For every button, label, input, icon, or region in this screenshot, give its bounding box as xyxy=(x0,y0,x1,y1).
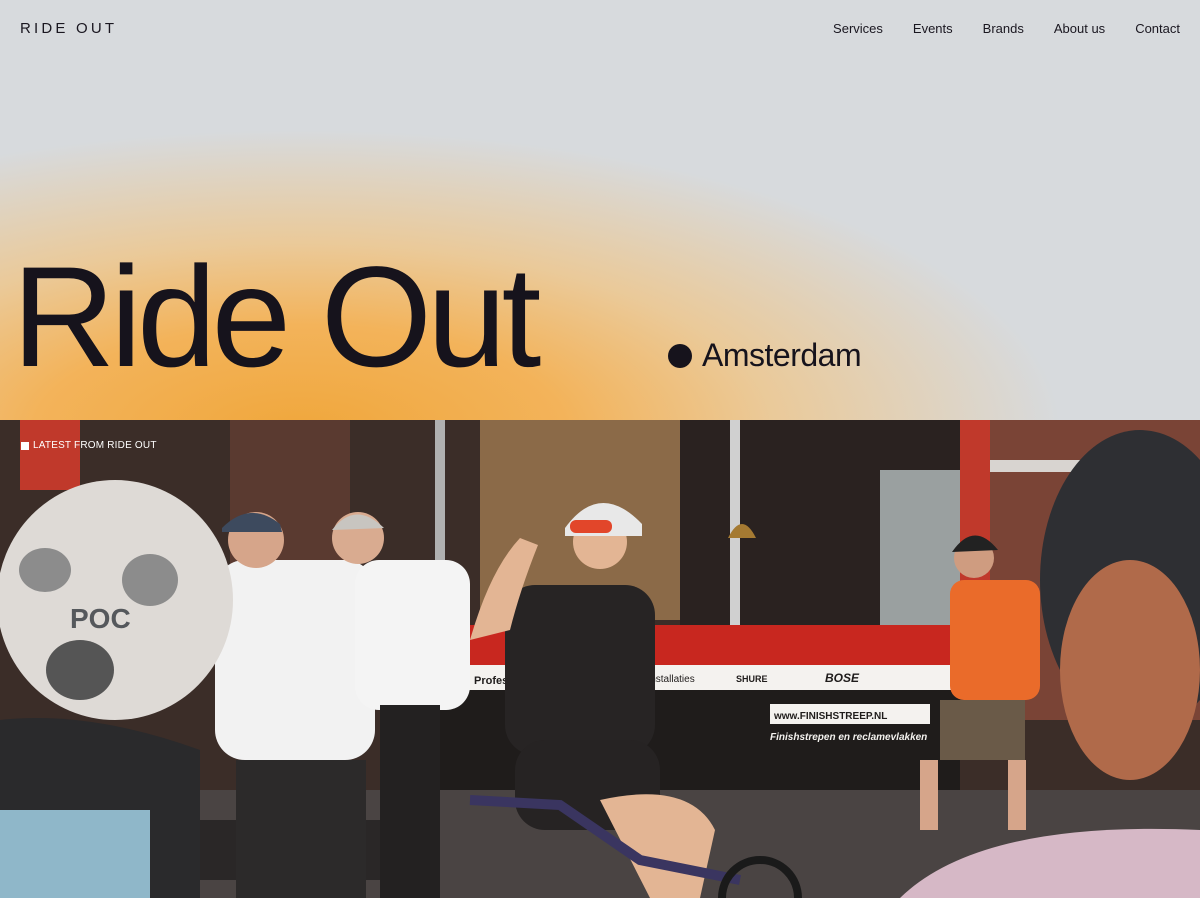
location-tag: Amsterdam xyxy=(668,337,862,374)
helmet-brand: POC xyxy=(70,603,131,634)
nav-about-us[interactable]: About us xyxy=(1054,21,1105,36)
sign-shure: SHURE xyxy=(736,674,768,684)
hero-title: Ride Out xyxy=(12,238,541,397)
nav-events[interactable]: Events xyxy=(913,21,953,36)
main-nav: Services Events Brands About us Contact xyxy=(833,21,1180,36)
sign-slogan: Finishstrepen en reclamevlakken xyxy=(770,732,927,743)
square-bullet-icon xyxy=(21,441,29,450)
location-dot-icon xyxy=(668,343,692,368)
sign-url: www.FINISHSTREEP.NL xyxy=(773,711,887,722)
nav-brands[interactable]: Brands xyxy=(983,21,1024,36)
location-label: Amsterdam xyxy=(702,337,862,373)
hero-section: RIDE OUT Services Events Brands About us… xyxy=(0,0,1200,420)
nav-services[interactable]: Services xyxy=(833,21,883,36)
latest-label-text: LATEST FROM RIDE OUT xyxy=(33,440,157,451)
site-logo[interactable]: RIDE OUT xyxy=(20,20,117,37)
sign-installaties: installaties xyxy=(648,674,695,685)
feature-photo[interactable]: Professiona installaties SHURE BOSE www.… xyxy=(0,420,1200,898)
photo-illustration: Professiona installaties SHURE BOSE www.… xyxy=(0,420,1200,898)
nav-contact[interactable]: Contact xyxy=(1135,21,1180,36)
latest-label[interactable]: LATEST FROM RIDE OUT xyxy=(21,440,157,451)
sign-bose: BOSE xyxy=(825,671,860,685)
